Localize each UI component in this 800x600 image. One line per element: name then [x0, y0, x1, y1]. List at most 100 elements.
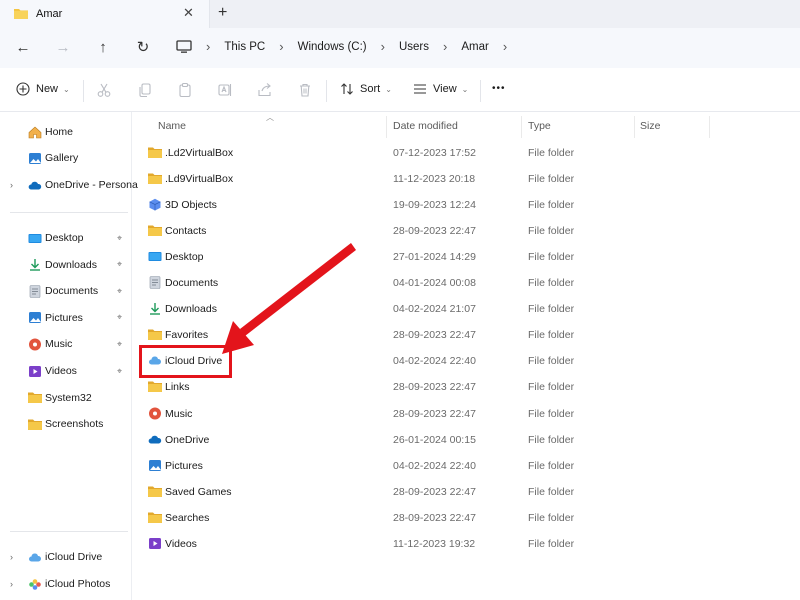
table-row[interactable]: Videos 11-12-2023 19:32 File folder [132, 531, 800, 557]
sidebar-item-videos[interactable]: Videos ⌖ [0, 360, 132, 382]
table-row[interactable]: Saved Games 28-09-2023 22:47 File folder [132, 479, 800, 505]
file-date-modified: 28-09-2023 22:47 [393, 329, 476, 342]
column-header-name[interactable]: Name [158, 120, 186, 132]
folder-icon [28, 419, 42, 430]
back-button[interactable]: ← [14, 38, 32, 56]
sidebar-item-onedrive[interactable]: › OneDrive - Persona [0, 174, 138, 196]
rename-icon[interactable] [217, 82, 233, 98]
table-row[interactable]: Downloads 04-02-2024 21:07 File folder [132, 296, 800, 322]
highlight-box [139, 345, 232, 378]
pin-icon[interactable]: ⌖ [117, 312, 122, 323]
sidebar-item-desktop[interactable]: Desktop ⌖ [0, 227, 132, 249]
more-options-button[interactable]: ••• [492, 83, 506, 94]
chevron-right-icon[interactable]: › [10, 552, 13, 562]
sidebar-item-downloads[interactable]: Downloads ⌖ [0, 254, 132, 276]
share-icon[interactable] [257, 82, 273, 98]
pin-icon[interactable]: ⌖ [117, 259, 122, 270]
chevron-right-icon[interactable]: › [10, 579, 13, 589]
sort-button[interactable]: Sort ⌄ [340, 82, 392, 96]
breadcrumb[interactable]: › This PC › Windows (C:) › Users › Amar … [176, 39, 521, 54]
cut-icon[interactable] [96, 82, 112, 98]
table-row[interactable]: .Ld2VirtualBox 07-12-2023 17:52 File folde… [132, 140, 800, 166]
new-tab-button[interactable]: + [218, 4, 227, 22]
column-divider[interactable] [521, 116, 522, 138]
chevron-down-icon: ⌄ [63, 84, 70, 94]
new-button[interactable]: New ⌄ [16, 82, 70, 96]
breadcrumb-separator[interactable]: › [279, 39, 283, 54]
table-row[interactable]: Searches 28-09-2023 22:47 File folder [132, 505, 800, 531]
file-type: File folder [528, 381, 575, 394]
videos-icon [149, 537, 161, 549]
divider [10, 531, 128, 532]
table-row[interactable]: OneDrive 26-01-2024 00:15 File folder [132, 427, 800, 453]
breadcrumb-amar[interactable]: Amar [461, 41, 488, 53]
refresh-button[interactable]: ↻ [134, 38, 152, 56]
file-name: Music [165, 407, 193, 420]
sidebar-item-documents[interactable]: Documents ⌖ [0, 280, 132, 302]
sidebar-item-icloud-drive[interactable]: › iCloud Drive [0, 546, 132, 568]
chevron-right-icon[interactable]: › [10, 180, 13, 190]
sidebar-item-label: Music [45, 338, 73, 351]
table-row[interactable]: .Ld9VirtualBox 11-12-2023 20:18 File folde… [132, 166, 800, 192]
file-date-modified: 04-02-2024 21:07 [393, 303, 476, 316]
sidebar-item-label: Screenshots [45, 418, 104, 431]
table-row[interactable]: Documents 04-01-2024 00:08 File folder [132, 270, 800, 296]
breadcrumb-separator[interactable]: › [503, 39, 507, 54]
folder-icon [148, 147, 162, 158]
file-name: Downloads [165, 303, 217, 316]
close-tab-icon[interactable]: ✕ [183, 5, 194, 21]
sidebar-item-label: Gallery [45, 152, 79, 164]
sidebar-item-screenshots[interactable]: Screenshots [0, 413, 132, 435]
forward-button[interactable]: → [54, 38, 72, 56]
table-row[interactable]: Contacts 28-09-2023 22:47 File folder [132, 218, 800, 244]
file-type: File folder [528, 199, 575, 212]
breadcrumb-separator[interactable]: › [206, 39, 210, 54]
column-header-size[interactable]: Size [640, 120, 660, 132]
column-header-date-modified[interactable]: Date modified [393, 120, 458, 132]
copy-icon[interactable] [137, 82, 153, 98]
delete-icon[interactable] [297, 82, 313, 98]
table-row[interactable]: Links 28-09-2023 22:47 File folder [132, 374, 800, 400]
pin-icon[interactable]: ⌖ [117, 339, 122, 350]
file-type: File folder [528, 355, 575, 368]
table-row[interactable]: 3D Objects 19-09-2023 12:24 File folder [132, 192, 800, 218]
breadcrumb-this-pc[interactable]: This PC [224, 41, 265, 53]
table-row[interactable]: Desktop 27-01-2024 14:29 File folder [132, 244, 800, 270]
breadcrumb-separator[interactable]: › [443, 39, 447, 54]
pin-icon[interactable]: ⌖ [117, 366, 122, 377]
divider [10, 212, 128, 213]
sidebar-item-label: Documents [45, 285, 99, 298]
folder-icon [148, 173, 162, 185]
file-name: Contacts [165, 225, 207, 238]
3d-icon [149, 198, 161, 211]
file-name: Desktop [165, 251, 204, 264]
divider [83, 80, 84, 102]
column-divider[interactable] [386, 116, 387, 138]
sidebar-item-home[interactable]: Home [0, 121, 132, 143]
pin-icon[interactable]: ⌖ [117, 286, 122, 297]
view-label: View [433, 83, 457, 95]
sidebar-item-system32[interactable]: System32 [0, 387, 132, 409]
view-button[interactable]: View ⌄ [413, 82, 468, 96]
table-row[interactable]: iCloud Drive 04-02-2024 22:40 File folder [132, 348, 800, 374]
pin-icon[interactable]: ⌖ [117, 233, 122, 244]
file-name: Videos [165, 537, 197, 550]
column-divider[interactable] [634, 116, 635, 138]
paste-icon[interactable] [177, 82, 193, 98]
sidebar-item-gallery[interactable]: Gallery [0, 147, 132, 169]
breadcrumb-windows-c[interactable]: Windows (C:) [298, 41, 367, 53]
tab-amar[interactable]: Amar ✕ [0, 0, 210, 28]
sidebar-item-music[interactable]: Music ⌖ [0, 333, 132, 355]
home-icon [28, 126, 42, 138]
breadcrumb-separator[interactable]: › [381, 39, 385, 54]
sidebar-item-icloud-photos[interactable]: › iCloud Photos [0, 573, 132, 595]
up-button[interactable]: ↑ [94, 38, 112, 56]
this-pc-icon[interactable] [176, 39, 192, 54]
column-header-type[interactable]: Type [528, 120, 551, 132]
table-row[interactable]: Music 28-09-2023 22:47 File folder [132, 401, 800, 427]
table-row[interactable]: Pictures 04-02-2024 22:40 File folder [132, 453, 800, 479]
table-row[interactable]: Favorites 28-09-2023 22:47 File folder [132, 322, 800, 348]
sidebar-item-pictures[interactable]: Pictures ⌖ [0, 307, 132, 329]
column-divider[interactable] [709, 116, 710, 138]
breadcrumb-users[interactable]: Users [399, 41, 429, 53]
